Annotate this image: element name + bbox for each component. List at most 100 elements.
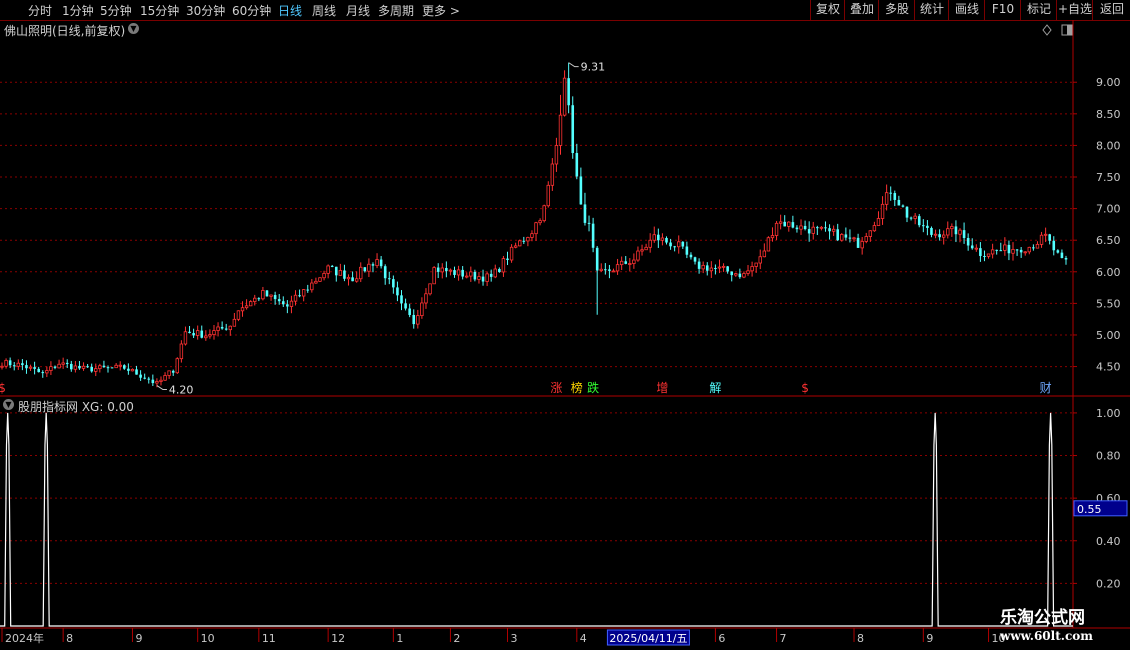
candle-body-143	[583, 204, 587, 223]
candle-body-242	[986, 253, 991, 257]
candle-body-33	[135, 369, 138, 375]
candle-body-145	[591, 223, 595, 248]
event-marker-2: 榜	[571, 380, 583, 395]
candle-body-150	[611, 270, 616, 273]
candle-body-154	[628, 263, 632, 265]
x-tick-label-13: 9	[926, 632, 933, 645]
candle-body-192	[783, 221, 787, 227]
candle-body-213	[868, 230, 873, 237]
candle-body-73	[298, 295, 301, 297]
candle-body-229	[933, 233, 938, 236]
candle-body-22	[90, 366, 93, 372]
candle-body-258	[1052, 240, 1056, 251]
candle-body-6	[25, 365, 28, 369]
candle-body-151	[615, 264, 620, 272]
x-tick-label-0: 2024年	[5, 631, 44, 645]
candle-body-215	[876, 218, 881, 226]
x-tick-label-4: 11	[262, 632, 276, 645]
candle-body-103	[420, 302, 424, 316]
candle-body-49	[200, 330, 204, 338]
candle-body-109	[445, 268, 448, 272]
candle-body-79	[322, 273, 326, 279]
event-marker-4: 增	[656, 381, 668, 395]
y-tick-label-2: 5.50	[1096, 297, 1121, 310]
candle-body-205	[836, 229, 840, 241]
candle-body-19	[78, 365, 81, 369]
candle-body-64	[261, 290, 265, 300]
y-tick-label-5: 7.00	[1096, 203, 1121, 216]
candle-body-52	[212, 330, 216, 335]
candle-body-62	[253, 297, 257, 302]
candle-body-38	[155, 381, 159, 384]
candle-body-34	[139, 374, 142, 378]
candle-body-88	[359, 266, 363, 280]
indicator-title: 股朋指标网 XG: 0.00	[18, 400, 134, 414]
candle-body-236	[962, 230, 966, 239]
candle-body-5	[21, 363, 24, 366]
candle-body-139	[567, 78, 570, 106]
candle-body-250	[1019, 249, 1023, 253]
candle-body-128	[522, 240, 526, 242]
candle-body-202	[824, 227, 827, 229]
candle-body-226	[922, 225, 925, 227]
candle-body-60	[244, 305, 249, 309]
candle-body-66	[269, 294, 273, 297]
candle-body-146	[595, 247, 599, 271]
sub-y-tick-label-1: 0.40	[1096, 535, 1121, 548]
candle-body-17	[70, 363, 73, 370]
candle-body-166	[677, 241, 681, 248]
candle-body-30	[122, 365, 126, 369]
candle-body-219	[893, 193, 897, 200]
candle-body-144	[587, 222, 591, 224]
candle-body-163	[665, 237, 668, 243]
candle-body-230	[938, 234, 941, 238]
chevron-down-icon[interactable]: ▼	[3, 399, 14, 410]
candle-body-65	[265, 290, 269, 297]
candle-body-26	[106, 367, 110, 369]
candle-body-159	[648, 239, 652, 248]
candle-body-201	[819, 226, 824, 229]
candle-body-195	[795, 227, 799, 230]
y-tick-label-8: 8.50	[1096, 108, 1121, 121]
candle-body-86	[351, 277, 354, 282]
candle-body-91	[371, 264, 375, 266]
candle-body-238	[970, 245, 974, 249]
candle-body-131	[534, 222, 538, 235]
candle-body-56	[228, 325, 232, 331]
candle-body-68	[277, 299, 281, 302]
candle-body-176	[717, 266, 722, 269]
candle-body-169	[689, 254, 693, 258]
candle-body-256	[1043, 233, 1048, 236]
xg-indicator-line	[0, 412, 1073, 627]
candle-body-134	[546, 184, 550, 207]
candle-body-152	[619, 260, 624, 266]
candle-body-130	[530, 233, 534, 238]
candle-body-102	[416, 315, 420, 325]
candle-body-125	[509, 246, 514, 261]
candle-body-51	[208, 334, 212, 337]
candle-body-232	[946, 228, 950, 236]
candle-body-57	[232, 318, 237, 327]
candle-body-211	[860, 241, 864, 249]
candle-body-94	[383, 266, 387, 279]
candle-body-133	[542, 205, 546, 222]
candle-body-92	[375, 259, 379, 267]
candle-body-261	[1064, 257, 1068, 260]
candle-body-44	[179, 343, 184, 360]
candle-body-53	[216, 326, 220, 331]
candle-body-71	[289, 300, 294, 307]
event-marker-5: 解	[709, 381, 721, 395]
candle-body-254	[1035, 243, 1040, 249]
x-tick-label-6: 1	[396, 632, 403, 645]
candle-body-8	[33, 367, 36, 369]
candle-body-218	[889, 192, 893, 194]
y-tick-label-6: 7.50	[1096, 171, 1121, 184]
max-pointer	[568, 62, 579, 68]
sub-y-tick-label-3: 0.80	[1096, 450, 1121, 463]
candle-body-129	[526, 237, 530, 242]
candle-body-123	[501, 258, 506, 273]
candle-body-182	[742, 273, 746, 278]
candle-body-234	[954, 226, 958, 235]
candle-body-235	[958, 229, 962, 235]
candle-body-255	[1039, 234, 1044, 245]
